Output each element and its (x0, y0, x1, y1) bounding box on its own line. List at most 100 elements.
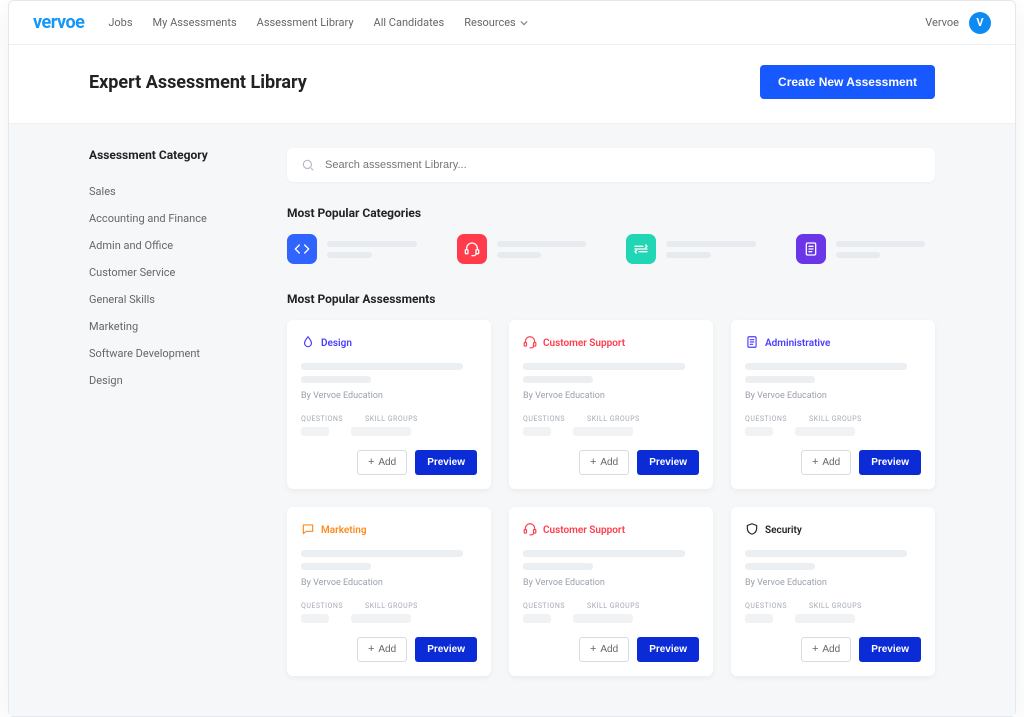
category-skeleton (836, 241, 936, 258)
sidebar-item-customer-service[interactable]: Customer Service (89, 259, 259, 286)
sidebar-item-admin-office[interactable]: Admin and Office (89, 232, 259, 259)
assessment-card[interactable]: AdministrativeBy Vervoe EducationQUESTIO… (731, 320, 935, 489)
nav-assessment-library[interactable]: Assessment Library (257, 16, 354, 29)
assessment-card[interactable]: Customer Support By Vervoe Education QUEST… (509, 320, 713, 489)
chevron-down-icon (520, 19, 528, 27)
card-meta-skeleton (523, 427, 699, 436)
category-skeleton (666, 241, 766, 258)
page-header: Expert Assessment Library Create New Ass… (9, 45, 1015, 124)
assessments-grid: Design By Vervoe Education QUESTIONS SKILL … (287, 320, 935, 676)
money-icon (626, 234, 656, 264)
main-content: Most Popular Categories Most Popular Ass… (287, 148, 935, 676)
add-label: Add (378, 457, 396, 468)
popular-assessments-title: Most Popular Assessments (287, 292, 935, 306)
questions-label: QUESTIONS (745, 415, 787, 423)
questions-label: QUESTIONS (301, 415, 343, 423)
assessment-card[interactable]: SecurityBy Vervoe EducationQUESTIONSSKIL… (731, 507, 935, 676)
assessment-card[interactable]: Design By Vervoe Education QUESTIONS SKILL … (287, 320, 491, 489)
add-button[interactable]: + Add (357, 450, 407, 475)
popular-categories-row (287, 234, 935, 264)
code-icon (287, 234, 317, 264)
preview-button[interactable]: Preview (637, 450, 699, 475)
card-title-skeleton (523, 550, 685, 557)
user-name: Vervoe (925, 16, 959, 29)
nav-all-candidates[interactable]: All Candidates (374, 16, 445, 29)
questions-label: QUESTIONS (301, 602, 343, 610)
avatar: V (969, 12, 991, 34)
headset-icon (523, 521, 537, 540)
page-title: Expert Assessment Library (89, 72, 307, 93)
user-area[interactable]: Vervoe V (925, 12, 991, 34)
sidebar-item-marketing[interactable]: Marketing (89, 313, 259, 340)
preview-button[interactable]: Preview (415, 450, 477, 475)
card-title-skeleton (301, 550, 463, 557)
card-meta-skeleton (745, 614, 921, 623)
nav-my-assessments[interactable]: My Assessments (153, 16, 237, 29)
card-subtitle-skeleton (523, 563, 593, 570)
plus-icon: + (368, 644, 374, 655)
skill-groups-label: SKILL GROUPS (365, 602, 418, 610)
headset-icon (523, 334, 537, 353)
sidebar-item-design[interactable]: Design (89, 367, 259, 394)
card-author: By Vervoe Education (301, 391, 477, 401)
sidebar-item-software-development[interactable]: Software Development (89, 340, 259, 367)
preview-button[interactable]: Preview (637, 637, 699, 662)
search-bar[interactable] (287, 148, 935, 182)
plus-icon: + (590, 457, 596, 468)
card-author: By Vervoe Education (745, 578, 921, 588)
skill-groups-label: SKILL GROUPS (809, 602, 862, 610)
card-meta-skeleton (523, 614, 699, 623)
sidebar-title: Assessment Category (89, 148, 259, 162)
card-meta-skeleton (745, 427, 921, 436)
add-label: Add (378, 644, 396, 655)
nav-resources[interactable]: Resources (464, 16, 528, 29)
questions-label: QUESTIONS (523, 415, 565, 423)
preview-button[interactable]: Preview (859, 450, 921, 475)
doc-icon (796, 234, 826, 264)
sidebar-item-sales[interactable]: Sales (89, 178, 259, 205)
assessment-card[interactable]: Marketing By Vervoe Education QUESTIONS SKI… (287, 507, 491, 676)
app-shell: vervoe Jobs My Assessments Assessment Li… (8, 0, 1016, 717)
card-tag: Customer Support (543, 338, 625, 349)
search-input[interactable] (325, 159, 921, 171)
preview-button[interactable]: Preview (415, 637, 477, 662)
popular-category-item[interactable] (287, 234, 427, 264)
card-meta-skeleton (301, 614, 477, 623)
sidebar-item-accounting-finance[interactable]: Accounting and Finance (89, 205, 259, 232)
card-tag: Design (321, 338, 352, 349)
plus-icon: + (368, 457, 374, 468)
plus-icon: + (590, 644, 596, 655)
brand-logo[interactable]: vervoe (33, 12, 84, 33)
popular-categories-title: Most Popular Categories (287, 206, 935, 220)
plus-icon: + (812, 644, 818, 655)
add-button[interactable]: + Add (801, 637, 851, 662)
card-author: By Vervoe Education (523, 391, 699, 401)
card-subtitle-skeleton (745, 376, 815, 383)
add-button[interactable]: +Add (801, 450, 851, 475)
popular-category-item[interactable] (457, 234, 597, 264)
add-label: Add (600, 457, 618, 468)
sidebar-item-general-skills[interactable]: General Skills (89, 286, 259, 313)
assessment-card[interactable]: Customer SupportBy Vervoe EducationQUEST… (509, 507, 713, 676)
preview-button[interactable]: Preview (859, 637, 921, 662)
card-tag: Customer Support (543, 525, 625, 536)
card-author: By Vervoe Education (745, 391, 921, 401)
category-skeleton (327, 241, 427, 258)
card-tag: Marketing (321, 525, 367, 536)
skill-groups-label: SKILL GROUPS (365, 415, 418, 423)
popular-category-item[interactable] (796, 234, 936, 264)
add-button[interactable]: +Add (579, 637, 629, 662)
card-author: By Vervoe Education (301, 578, 477, 588)
category-skeleton (497, 241, 597, 258)
popular-category-item[interactable] (626, 234, 766, 264)
add-button[interactable]: + Add (357, 637, 407, 662)
add-button[interactable]: + Add (579, 450, 629, 475)
add-label: Add (822, 644, 840, 655)
sidebar: Assessment Category Sales Accounting and… (89, 148, 259, 676)
nav-jobs[interactable]: Jobs (108, 16, 132, 29)
nav-resources-label: Resources (464, 16, 516, 29)
headset-icon (457, 234, 487, 264)
create-new-assessment-button[interactable]: Create New Assessment (760, 65, 935, 99)
drop-icon (301, 334, 315, 353)
doc-icon (745, 334, 759, 353)
